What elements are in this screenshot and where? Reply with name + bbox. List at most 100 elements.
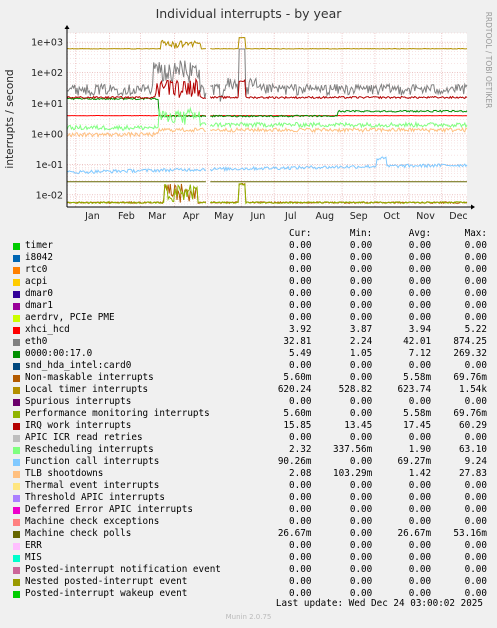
legend-max-value: 69.76m [453, 372, 487, 383]
legend-avg-value: 5.58m [403, 408, 432, 419]
legend-cur-value: 0.00 [289, 432, 312, 443]
legend-row: MIS 0.00 0.00 0.00 0.00 [12, 552, 487, 564]
x-tick-label: May [214, 211, 234, 222]
legend-min-value: 0.00 [349, 492, 373, 503]
legend-min-value: 2.24 [349, 336, 373, 347]
legend-cur-value: 620.24 [277, 384, 312, 395]
legend-cur-value: 0.00 [289, 288, 312, 299]
legend-cur-value: 5.60m [283, 372, 312, 383]
legend-row: dmar0 0.00 0.00 0.00 0.00 [12, 288, 487, 300]
legend-row: Spurious interrupts 0.00 0.00 0.00 0.00 [12, 396, 487, 408]
legend-series-name: acpi [25, 276, 48, 287]
legend-row: APIC ICR read retries 0.00 0.00 0.00 0.00 [12, 432, 487, 444]
legend-avg-value: 0.00 [408, 552, 432, 563]
legend-series-name: Performance monitoring interrupts [25, 408, 210, 419]
legend-min-value: 337.56m [333, 444, 373, 455]
last-update-text: Last update: Wed Dec 24 03:00:02 2025 [275, 598, 483, 609]
legend-row: Nested posted-interrupt event 0.00 0.00 0.0… [12, 576, 487, 588]
legend-max-value: 0.00 [464, 252, 487, 263]
legend-series-name: APIC ICR read retries [25, 432, 143, 443]
x-tick-label: Oct [383, 211, 400, 222]
legend-row: snd_hda_intel:card0 0.00 0.00 0.00 0.00 [12, 360, 487, 372]
x-tick-label: Dec [449, 211, 467, 222]
legend-min-value: 0.00 [349, 480, 373, 491]
legend-min-value: 0.00 [349, 564, 373, 575]
legend-swatch [13, 458, 20, 466]
legend-series-name: snd_hda_intel:card0 [25, 360, 132, 371]
legend-max-value: 0.00 [464, 264, 487, 275]
legend-cur-value: 5.49 [289, 348, 312, 359]
legend-row: Machine check exceptions 0.00 0.00 0.00 0.00 [12, 516, 487, 528]
legend-series-name: Spurious interrupts [25, 396, 132, 407]
legend-swatch [13, 590, 20, 598]
legend-avg-value: 0.00 [408, 564, 432, 575]
legend-swatch [13, 518, 20, 526]
legend-series-name: Threshold APIC interrupts [25, 492, 165, 503]
legend-max-value: 0.00 [464, 564, 487, 575]
legend-series-name: Machine check polls [25, 528, 132, 539]
legend-min-value: 0.00 [349, 504, 373, 515]
legend-row: Non-maskable interrupts 5.60m 0.00 5.58m 69.… [12, 372, 487, 384]
legend-avg-value: 1.42 [408, 468, 432, 479]
x-tick-label: Aug [315, 211, 334, 222]
legend-series-name: Local timer interrupts [25, 384, 149, 395]
legend-max-value: 0.00 [464, 540, 487, 551]
legend-row: Performance monitoring interrupts 5.60m 0.… [12, 408, 487, 420]
legend-max-value: 1.54k [459, 384, 487, 395]
legend-cur-value: 0.00 [289, 276, 312, 287]
legend-min-value: 0.00 [349, 312, 373, 323]
legend-swatch [13, 470, 20, 478]
legend-series-name: timer [25, 240, 53, 251]
legend-cur-value: 0.00 [289, 576, 312, 587]
legend-swatch [13, 242, 20, 250]
legend-swatch [13, 326, 20, 334]
legend-cur-value: 0.00 [289, 516, 312, 527]
legend-avg-value: 0.00 [408, 300, 432, 311]
legend-series-name: Nested posted-interrupt event [25, 576, 188, 587]
legend-row: Threshold APIC interrupts 0.00 0.00 0.00 0.0… [12, 492, 487, 504]
legend-cur-value: 0.00 [289, 300, 312, 311]
legend-series-name: Posted-interrupt wakeup event [25, 588, 188, 599]
legend-cur-value: 0.00 [289, 564, 312, 575]
plot-area [67, 33, 467, 207]
chart-title: Individual interrupts - by year [156, 6, 343, 21]
y-tick-label: 1e+02 [31, 68, 63, 79]
x-tick-label: Jul [284, 211, 296, 222]
legend-swatch [13, 578, 20, 586]
legend-min-value: 0.00 [349, 528, 373, 539]
legend-avg-value: 0.00 [408, 288, 432, 299]
legend-max-value: 69.76m [453, 408, 487, 419]
legend-min-value: 0.00 [349, 408, 373, 419]
legend-row: TLB shootdowns 2.08 103.29m 1.42 27.83 [12, 468, 487, 480]
legend-min-value: 0.00 [349, 252, 373, 263]
legend-row: Rescheduling interrupts 2.32 337.56m 1.90 63… [12, 444, 487, 456]
legend-row: Posted-interrupt notification event 0.00 0… [12, 564, 487, 576]
legend-max-value: 0.00 [464, 360, 487, 371]
legend-min-value: 0.00 [349, 552, 373, 563]
legend-min-value: 0.00 [349, 264, 373, 275]
legend-row: timer 0.00 0.00 0.00 0.00 [12, 240, 487, 252]
legend-min-value: 0.00 [349, 300, 373, 311]
munin-version: Munin 2.0.75 [225, 613, 272, 621]
legend-series-name: 0000:00:17.0 [25, 348, 93, 359]
legend-max-value: 0.00 [464, 504, 487, 515]
legend-max-value: 0.00 [464, 312, 487, 323]
legend-avg-value: 0.00 [408, 276, 432, 287]
legend-min-value: 103.29m [333, 468, 373, 479]
legend-swatch [13, 542, 20, 550]
y-tick-label: 1e-02 [36, 190, 63, 201]
legend-avg-value: 17.45 [403, 420, 432, 431]
legend-min-value: 0.00 [349, 240, 373, 251]
legend-cur-value: 0.00 [289, 396, 312, 407]
legend-swatch [13, 410, 20, 418]
legend-swatch [13, 482, 20, 490]
legend-cur-value: 15.85 [283, 420, 312, 431]
legend-max-value: 0.00 [464, 240, 487, 251]
legend-cur-value: 3.92 [289, 324, 312, 335]
legend-max-value: 0.00 [464, 516, 487, 527]
legend-min-value: 0.00 [349, 576, 373, 587]
legend-cur-value: 90.26m [277, 456, 312, 467]
legend-avg-value: 0.00 [408, 252, 432, 263]
legend-series-name: dmar1 [25, 300, 53, 311]
legend-swatch [13, 374, 20, 382]
